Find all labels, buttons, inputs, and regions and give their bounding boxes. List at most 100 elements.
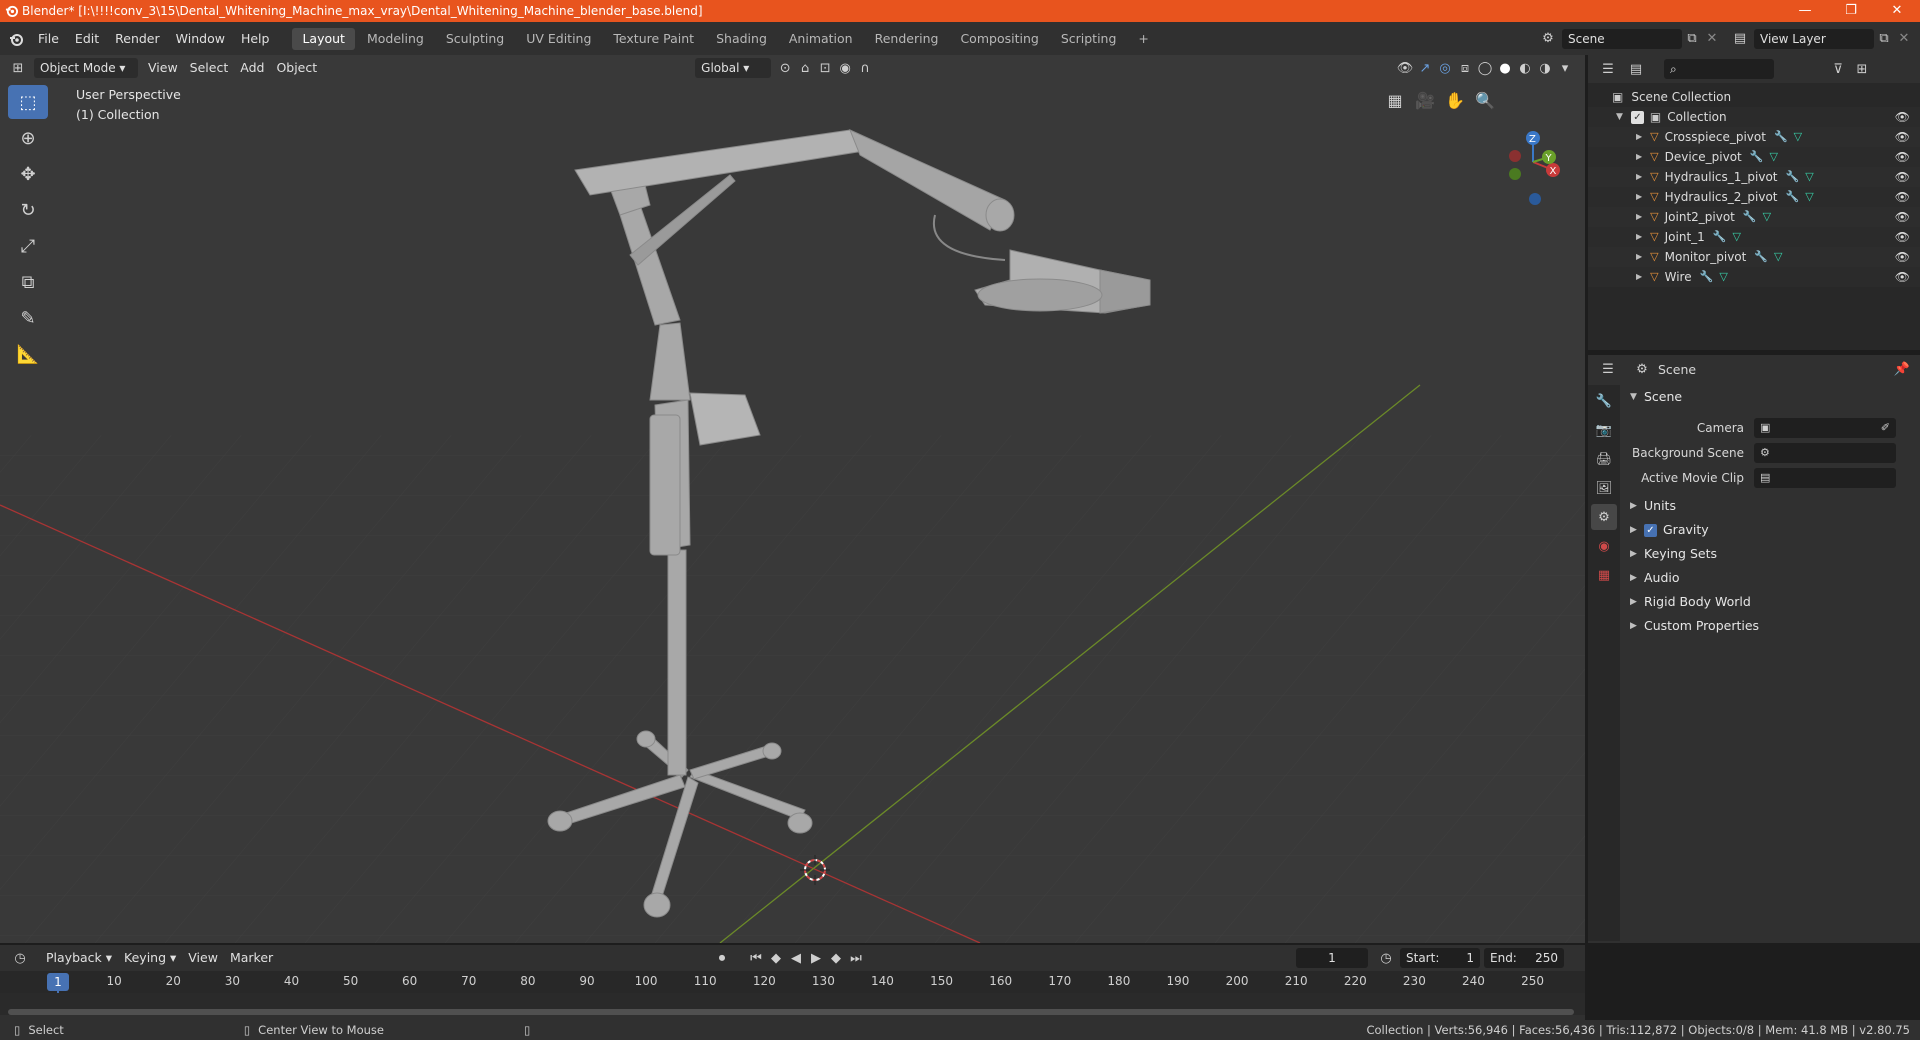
visibility-eye-icon[interactable]: 👁 [1895,247,1910,267]
add-workspace-button[interactable]: + [1128,28,1158,50]
expand-arrow-icon[interactable]: ▶ [1636,147,1642,167]
outliner-row-object[interactable]: ▶ ▽ Monitor_pivot 🔧 ▽ 👁 [1588,247,1920,267]
select-box-tool-icon[interactable]: ⬚ [8,85,48,119]
visibility-icon[interactable]: 👁 [1395,58,1415,78]
timeline-menu-keying[interactable]: Keying ▾ [118,945,182,971]
rotate-tool-icon[interactable]: ↻ [8,193,48,227]
menu-file[interactable]: File [30,22,67,55]
toggle-grid-icon[interactable]: ▦ [1380,85,1410,115]
viewport-menu-select[interactable]: Select [184,55,235,81]
expand-arrow-icon[interactable]: ▶ [1636,267,1642,287]
viewport-menu-add[interactable]: Add [234,55,270,81]
modifier-wrench-icon[interactable]: 🔧 [1786,187,1800,207]
eyedropper-icon[interactable]: ✐ [1881,421,1890,434]
tab-animation[interactable]: Animation [779,28,863,50]
snap-icon[interactable]: ⌂ [795,58,815,78]
scene-selector[interactable]: Scene [1562,28,1682,49]
editor-type-icon[interactable]: ⊞ [8,58,28,78]
overlay-toggle-icon[interactable]: ◎ [1435,58,1455,78]
tab-scripting[interactable]: Scripting [1051,28,1127,50]
timeline-editor-icon[interactable]: ◷ [10,948,30,968]
mesh-data-icon[interactable]: ▽ [1733,227,1741,247]
keying-sets-panel-header[interactable]: ▶ Keying Sets [1622,542,1920,566]
visibility-eye-icon[interactable]: 👁 [1895,267,1910,287]
material-shading-icon[interactable]: ◐ [1515,58,1535,78]
camera-field[interactable]: ▣ ✐ [1754,417,1896,438]
frame-ruler[interactable]: 1 10 20 30 40 50 60 70 80 90 100 110 120 130 140 150 160… [0,971,1585,1013]
start-frame-field[interactable]: Start: 1 [1400,948,1480,968]
mesh-data-icon[interactable]: ▽ [1794,127,1802,147]
outliner-row-collection[interactable]: ▼ ✓ ▣ Collection 👁 [1588,107,1920,127]
expand-arrow-icon[interactable]: ▶ [1636,227,1642,247]
jump-start-icon[interactable]: ⏮ [746,948,766,968]
jump-end-icon[interactable]: ⏭ [846,948,866,968]
scene-icon[interactable]: ⚙ [1538,29,1558,49]
active-movie-clip-field[interactable]: ▤ [1754,467,1896,488]
visibility-eye-icon[interactable]: 👁 [1895,147,1910,167]
transform-orientation-selector[interactable]: Global ▾ [695,58,772,78]
modifier-wrench-icon[interactable]: 🔧 [1774,127,1788,147]
mesh-data-icon[interactable]: ▽ [1805,167,1813,187]
tab-layout[interactable]: Layout [292,27,355,50]
timeline-menu-playback[interactable]: Playback ▾ [40,945,118,971]
modifier-wrench-icon[interactable]: 🔧 [1743,207,1757,227]
view-layer-tab-icon[interactable]: 🖼 [1591,475,1617,501]
mesh-data-icon[interactable]: ▽ [1763,207,1771,227]
3d-viewport[interactable]: Z X Y ⊞ Object Mode ▾ View Select Add Ob… [0,55,1585,943]
expand-arrow-icon[interactable]: ▼ [1616,107,1623,127]
modifier-wrench-icon[interactable]: 🔧 [1700,267,1714,287]
modifier-wrench-icon[interactable]: 🔧 [1754,247,1768,267]
play-icon[interactable]: ▶ [806,948,826,968]
tab-uv-editing[interactable]: UV Editing [516,28,601,50]
timeline-menu-marker[interactable]: Marker [224,945,279,971]
preview-range-icon[interactable]: ◷ [1376,948,1396,968]
outliner-row-object[interactable]: ▶ ▽ Joint2_pivot 🔧 ▽ 👁 [1588,207,1920,227]
outliner-search-input[interactable]: ⌕ [1664,59,1774,79]
cursor-tool-icon[interactable]: ⊕ [8,121,48,155]
end-frame-field[interactable]: End: 250 [1484,948,1564,968]
texture-tab-icon[interactable]: ▦ [1591,562,1617,588]
mesh-data-icon[interactable]: ▽ [1805,187,1813,207]
minimize-button[interactable]: — [1782,0,1828,22]
pivot-point-icon[interactable]: ⊙ [775,58,795,78]
tab-shading[interactable]: Shading [706,28,777,50]
scale-tool-icon[interactable]: ⤢ [8,229,48,263]
outliner-row-object[interactable]: ▶ ▽ Crosspiece_pivot 🔧 ▽ 👁 [1588,127,1920,147]
camera-view-icon[interactable]: 🎥 [1410,85,1440,115]
output-tab-icon[interactable]: 🖨 [1591,446,1617,472]
annotate-tool-icon[interactable]: ✎ [8,301,48,335]
outliner-row-object[interactable]: ▶ ▽ Wire 🔧 ▽ 👁 [1588,267,1920,287]
expand-arrow-icon[interactable]: ▶ [1636,127,1642,147]
prev-keyframe-icon[interactable]: ◆ [766,948,786,968]
tab-texture-paint[interactable]: Texture Paint [603,28,704,50]
outliner-row-scene-collection[interactable]: ▣ Scene Collection [1588,87,1920,107]
rendered-shading-icon[interactable]: ◑ [1535,58,1555,78]
mesh-data-icon[interactable]: ▽ [1769,147,1777,167]
view-layer-selector[interactable]: View Layer [1754,28,1874,49]
delete-view-layer-icon[interactable]: ✕ [1894,29,1914,49]
menu-window[interactable]: Window [168,22,233,55]
menu-help[interactable]: Help [233,22,278,55]
visibility-eye-icon[interactable]: 👁 [1895,167,1910,187]
next-keyframe-icon[interactable]: ◆ [826,948,846,968]
expand-arrow-icon[interactable]: ▶ [1636,187,1642,207]
close-button[interactable]: ✕ [1874,0,1920,22]
outliner-editor-icon[interactable]: ☰ [1598,59,1618,79]
play-reverse-icon[interactable]: ◀ [786,948,806,968]
collection-checkbox[interactable]: ✓ [1630,110,1644,124]
tab-rendering[interactable]: Rendering [865,28,949,50]
scene-tab-icon[interactable]: ⚙ [1591,504,1617,530]
filter-icon[interactable]: ⊽ [1828,59,1848,79]
outliner-row-object[interactable]: ▶ ▽ Joint_1 🔧 ▽ 👁 [1588,227,1920,247]
pan-hand-icon[interactable]: ✋ [1440,85,1470,115]
outliner-row-object[interactable]: ▶ ▽ Hydraulics_1_pivot 🔧 ▽ 👁 [1588,167,1920,187]
display-mode-icon[interactable]: ▤ [1626,59,1646,79]
viewport-menu-view[interactable]: View [142,55,184,81]
snap-target-icon[interactable]: ⊡ [815,58,835,78]
expand-arrow-icon[interactable]: ▶ [1636,207,1642,227]
visibility-eye-icon[interactable]: 👁 [1895,187,1910,207]
timeline-menu-view[interactable]: View [182,945,224,971]
record-icon[interactable]: ⏺ [712,948,732,968]
xray-toggle-icon[interactable]: ⧈ [1455,58,1475,78]
tool-tab-icon[interactable]: 🔧 [1591,388,1617,414]
